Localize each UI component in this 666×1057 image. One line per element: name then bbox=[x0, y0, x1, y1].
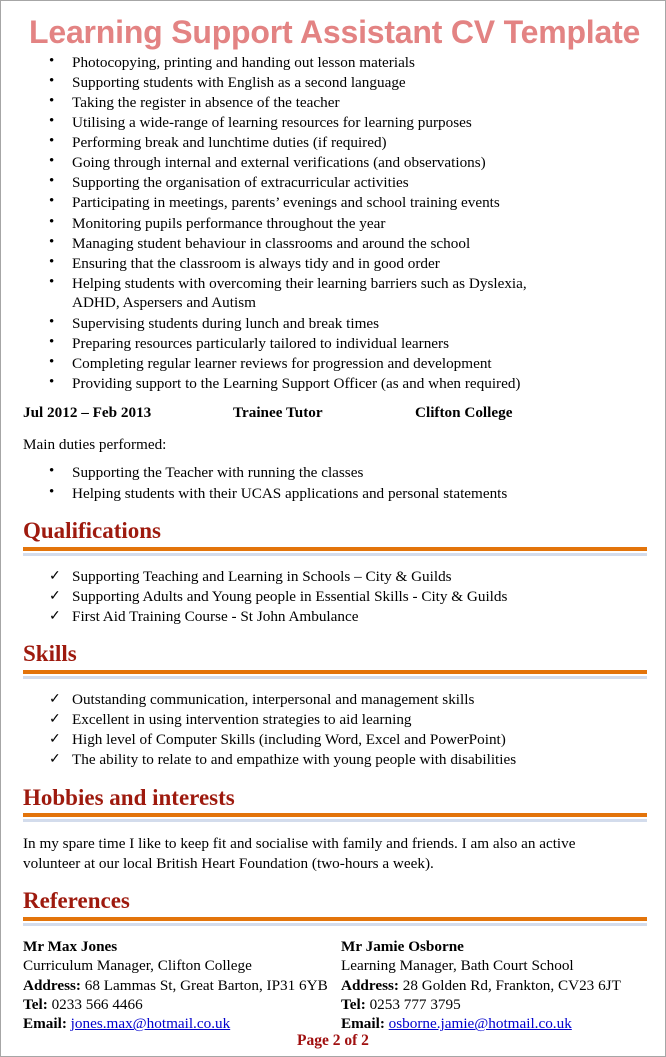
reference-role: Curriculum Manager, Clifton College bbox=[23, 957, 252, 975]
section-rule-orange bbox=[23, 813, 647, 818]
list-item: Helping students with overcoming their l… bbox=[19, 273, 577, 313]
tel-value: 0233 566 4466 bbox=[51, 995, 143, 1013]
email-label: Email: bbox=[341, 1015, 385, 1033]
list-item: Ensuring that the classroom is always ti… bbox=[19, 253, 647, 274]
page-title: Learning Support Assistant CV Template bbox=[29, 14, 641, 50]
section-heading-qualifications: Qualifications bbox=[23, 518, 162, 544]
reference-right: Mr Jamie Osborne Learning Manager, Bath … bbox=[329, 937, 647, 1034]
employment-duties-list: Supporting the Teacher with running the … bbox=[19, 462, 647, 504]
qualifications-list: Supporting Teaching and Learning in Scho… bbox=[19, 567, 647, 627]
list-item: Preparing resources particularly tailore… bbox=[19, 333, 647, 354]
list-item: Providing support to the Learning Suppor… bbox=[19, 373, 647, 394]
skills-list: Outstanding communication, interpersonal… bbox=[19, 690, 647, 770]
list-item: Supporting students with English as a se… bbox=[19, 72, 647, 93]
section-rule-orange bbox=[23, 916, 647, 921]
section-rule-blue bbox=[23, 922, 647, 926]
reference-address: Address: 68 Lammas St, Great Barton, IP3… bbox=[23, 976, 329, 995]
address-value: 68 Lammas St, Great Barton, IP31 6YB bbox=[84, 976, 328, 994]
reference-email: Email: jones.max@hotmail.co.uk bbox=[23, 1014, 329, 1033]
list-item: Supporting Teaching and Learning in Scho… bbox=[19, 567, 647, 587]
address-label: Address: bbox=[23, 976, 81, 994]
hobbies-paragraph: In my spare time I like to keep fit and … bbox=[23, 835, 576, 872]
list-item: Excellent in using intervention strategi… bbox=[19, 710, 647, 730]
section-heading-skills: Skills bbox=[23, 641, 77, 667]
section-heading-references: References bbox=[23, 888, 130, 914]
list-item: Outstanding communication, interpersonal… bbox=[19, 690, 647, 710]
reference-left: Mr Max Jones Curriculum Manager, Clifton… bbox=[23, 937, 329, 1034]
list-item: Managing student behaviour in classrooms… bbox=[19, 233, 647, 254]
cv-content: Learning Support Assistant CV Template P… bbox=[1, 1, 665, 1034]
reference-role: Learning Manager, Bath Court School bbox=[341, 957, 574, 975]
section-rule-orange bbox=[23, 546, 647, 551]
list-item: Taking the register in absence of the te… bbox=[19, 92, 647, 113]
tel-label: Tel: bbox=[23, 995, 48, 1013]
reference-email: Email: osborne.jamie@hotmail.co.uk bbox=[341, 1014, 647, 1033]
section-rule-orange bbox=[23, 669, 647, 674]
tel-label: Tel: bbox=[341, 995, 366, 1013]
list-item: Utilising a wide-range of learning resou… bbox=[19, 112, 647, 133]
list-item: Performing break and lunchtime duties (i… bbox=[19, 132, 647, 153]
reference-name: Mr Jamie Osborne bbox=[341, 937, 464, 955]
list-item: The ability to relate to and empathize w… bbox=[19, 750, 647, 770]
employment-organisation: Clifton College bbox=[415, 404, 513, 422]
reference-address: Address: 28 Golden Rd, Frankton, CV23 6J… bbox=[341, 976, 647, 995]
list-item: Supporting the organisation of extracurr… bbox=[19, 172, 647, 193]
cv-page: Learning Support Assistant CV Template P… bbox=[0, 0, 666, 1057]
employment-job-title: Trainee Tutor bbox=[233, 404, 323, 422]
list-item: Photocopying, printing and handing out l… bbox=[19, 52, 647, 73]
list-item: Participating in meetings, parents’ even… bbox=[19, 193, 647, 213]
list-item: Supervising students during lunch and br… bbox=[19, 313, 647, 334]
references-columns: Mr Max Jones Curriculum Manager, Clifton… bbox=[23, 937, 647, 1034]
list-item: Helping students with their UCAS applica… bbox=[19, 483, 647, 504]
email-link[interactable]: osborne.jamie@hotmail.co.uk bbox=[389, 1015, 572, 1032]
email-label: Email: bbox=[23, 1015, 67, 1033]
employment-dates: Jul 2012 – Feb 2013 bbox=[23, 404, 152, 422]
page-footer: Page 2 of 2 bbox=[297, 1032, 369, 1049]
list-item: High level of Computer Skills (including… bbox=[19, 730, 647, 750]
address-value: 28 Golden Rd, Frankton, CV23 6JT bbox=[402, 976, 621, 994]
employment-entry-row: Jul 2012 – Feb 2013 Trainee Tutor Clifto… bbox=[19, 404, 647, 422]
reference-tel: Tel: 0233 566 4466 bbox=[23, 995, 329, 1014]
email-link[interactable]: jones.max@hotmail.co.uk bbox=[71, 1015, 231, 1032]
tel-value: 0253 777 3795 bbox=[369, 995, 461, 1013]
address-label: Address: bbox=[341, 976, 399, 994]
list-item: First Aid Training Course - St John Ambu… bbox=[19, 607, 647, 627]
list-item: Monitoring pupils performance throughout… bbox=[19, 213, 647, 234]
main-duties-list: Photocopying, printing and handing out l… bbox=[19, 52, 647, 394]
list-item: Going through internal and external veri… bbox=[19, 152, 647, 173]
list-item: Supporting the Teacher with running the … bbox=[19, 462, 647, 483]
list-item: Completing regular learner reviews for p… bbox=[19, 353, 647, 374]
reference-name: Mr Max Jones bbox=[23, 937, 118, 955]
section-rule-blue bbox=[23, 819, 647, 823]
reference-tel: Tel: 0253 777 3795 bbox=[341, 995, 647, 1014]
main-duties-intro: Main duties performed: bbox=[23, 436, 167, 454]
section-heading-hobbies: Hobbies and interests bbox=[23, 784, 235, 810]
list-item: Supporting Adults and Young people in Es… bbox=[19, 587, 647, 607]
